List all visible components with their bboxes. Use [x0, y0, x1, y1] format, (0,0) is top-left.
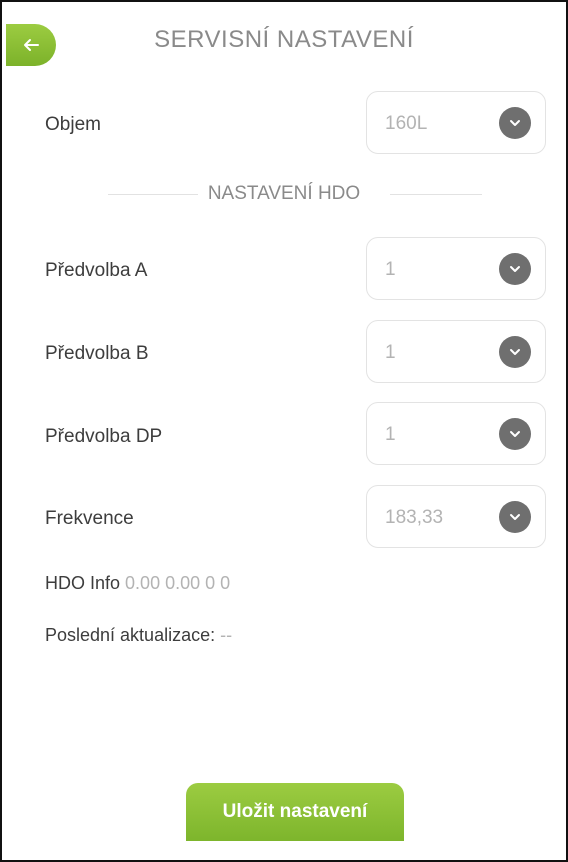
hdo-info-label: HDO Info [45, 573, 121, 593]
page-title: SERVISNÍ NASTAVENÍ [154, 26, 414, 53]
last-update: Poslední aktualizace: -- [45, 625, 232, 646]
chevron-down-icon [499, 336, 531, 368]
preset-dp-select[interactable]: 1 [366, 402, 546, 465]
last-update-value: -- [220, 625, 233, 645]
chevron-down-icon [499, 253, 531, 285]
frequency-label: Frekvence [45, 508, 134, 529]
divider-right [390, 194, 482, 195]
save-settings-button[interactable]: Uložit nastavení [186, 783, 404, 841]
frequency-value: 183,33 [385, 507, 444, 528]
preset-a-select[interactable]: 1 [366, 237, 546, 300]
hdo-info: HDO Info 0.00 0.00 0 0 [45, 573, 230, 594]
settings-screen: SERVISNÍ NASTAVENÍ Objem 160L NASTAVENÍ … [0, 0, 568, 862]
chevron-down-icon [499, 418, 531, 450]
volume-label: Objem [45, 114, 101, 135]
preset-b-value: 1 [385, 342, 396, 363]
preset-b-select[interactable]: 1 [366, 320, 546, 383]
chevron-down-icon [499, 107, 531, 139]
preset-b-label: Předvolba B [45, 343, 149, 364]
hdo-info-value: 0.00 0.00 0 0 [125, 573, 231, 593]
preset-a-label: Předvolba A [45, 260, 148, 281]
preset-dp-value: 1 [385, 424, 396, 445]
frequency-select[interactable]: 183,33 [366, 485, 546, 548]
last-update-label: Poslední aktualizace: [45, 625, 216, 645]
preset-a-value: 1 [385, 259, 396, 280]
preset-dp-label: Předvolba DP [45, 426, 163, 447]
volume-value: 160L [385, 113, 428, 134]
volume-select[interactable]: 160L [366, 91, 546, 154]
chevron-down-icon [499, 501, 531, 533]
